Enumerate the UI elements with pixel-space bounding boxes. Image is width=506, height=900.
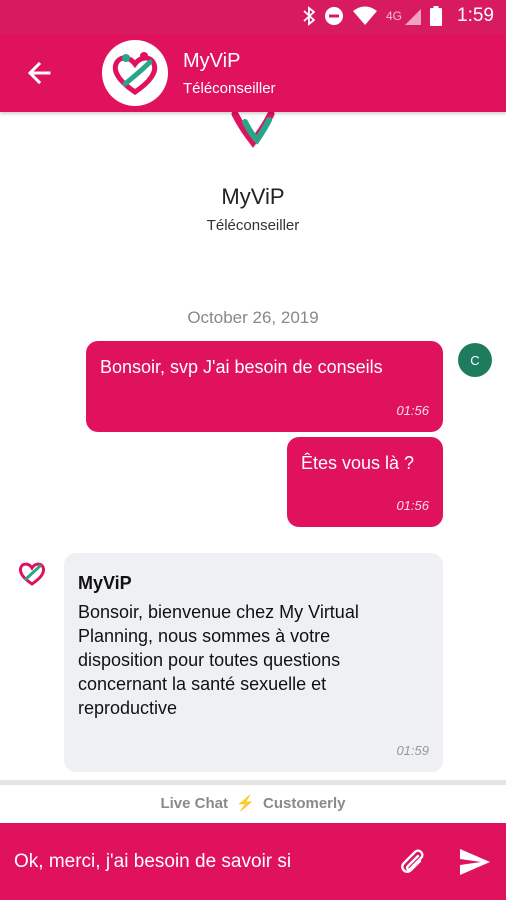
clock: 1:59 (457, 5, 494, 26)
network-label: 4G (386, 9, 403, 23)
profile-name: MyViP (221, 184, 285, 209)
back-arrow-icon (27, 61, 51, 85)
myvip-logo-icon (112, 52, 158, 96)
signal-icon (405, 9, 422, 25)
profile-role: Téléconseiller (206, 217, 300, 234)
chat-area[interactable]: MyViP Téléconseiller October 26, 2019 C … (0, 112, 506, 780)
back-button[interactable] (22, 56, 56, 90)
message-time: 01:56 (396, 403, 429, 418)
powered-prefix: Live Chat (160, 795, 228, 812)
myvip-logo-icon (231, 112, 275, 148)
message-text: Bonsoir, bienvenue chez My Virtual Plann… (78, 602, 359, 718)
powered-by[interactable]: Live Chat ⚡ Customerly (0, 785, 506, 823)
incoming-message[interactable]: MyViP Bonsoir, bienvenue chez My Virtual… (64, 553, 443, 772)
agent-avatar-icon (19, 562, 45, 586)
send-icon (460, 849, 490, 875)
attach-icon (401, 849, 424, 873)
battery-icon (430, 6, 443, 26)
message-text: Êtes vous là ? (301, 453, 415, 473)
message-time: 01:56 (396, 498, 429, 513)
status-bar: 4G 1:59 (0, 0, 506, 34)
wifi-icon (353, 6, 377, 25)
bluetooth-icon (303, 6, 315, 26)
outgoing-message[interactable]: Bonsoir, svp J'ai besoin de conseils 01:… (86, 341, 443, 432)
message-input[interactable] (14, 843, 384, 881)
powered-brand: Customerly (263, 795, 346, 812)
header-subtitle: Téléconseiller (183, 80, 276, 97)
do-not-disturb-icon (325, 7, 343, 25)
lightning-icon: ⚡ (236, 795, 255, 812)
send-button[interactable] (459, 848, 491, 876)
message-time: 01:59 (396, 743, 429, 758)
app-bar: MyViP Téléconseiller (0, 34, 506, 112)
agent-avatar (102, 40, 168, 106)
user-avatar: C (458, 343, 492, 377)
message-text: Bonsoir, svp J'ai besoin de conseils (100, 357, 383, 377)
date-separator: October 26, 2019 (187, 308, 319, 327)
message-sender: MyViP (78, 573, 132, 593)
message-composer (0, 823, 506, 900)
attach-button[interactable] (398, 847, 426, 877)
outgoing-message[interactable]: Êtes vous là ? 01:56 (287, 437, 443, 527)
header-title: MyViP (183, 50, 241, 72)
